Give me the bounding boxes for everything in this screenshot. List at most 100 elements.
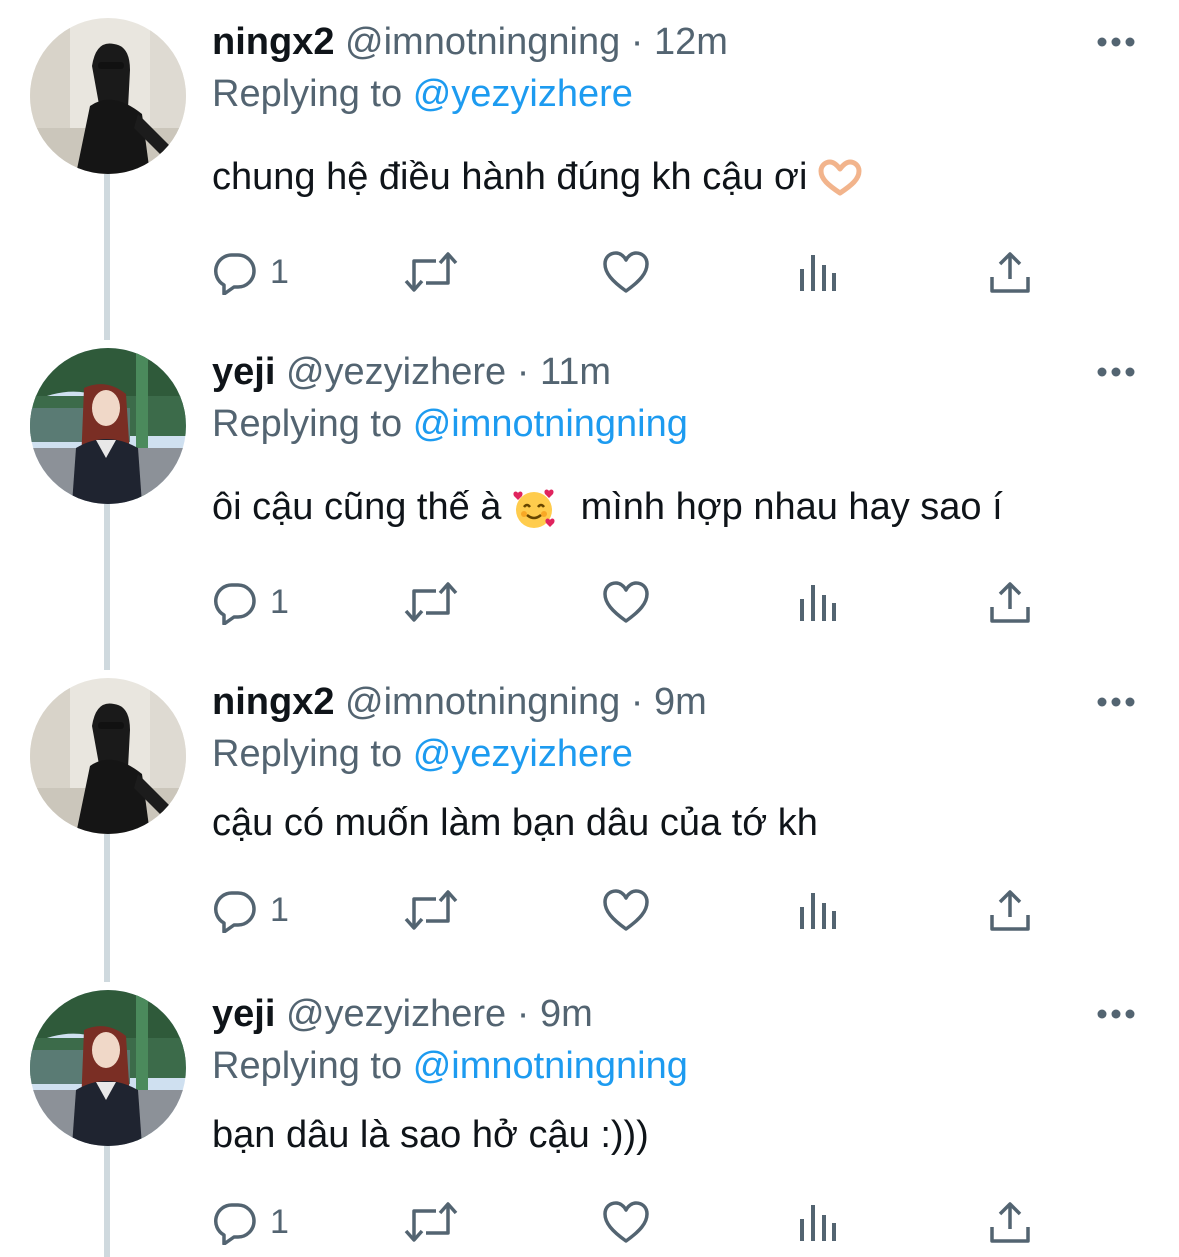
reply-button[interactable]: 1 <box>212 884 289 936</box>
share-button[interactable] <box>988 576 1032 628</box>
tweet-text-content: bạn dâu là sao hở cậu :))) <box>212 1114 649 1156</box>
display-name[interactable]: yeji <box>212 351 275 393</box>
tweet-text-continued: mình hợp nhau hay sao í <box>580 486 1003 528</box>
avatar-image <box>30 18 186 174</box>
replying-to-label: Replying to <box>212 403 403 445</box>
separator: · <box>506 993 540 1035</box>
share-icon <box>990 582 1030 623</box>
display-name[interactable]: ningx2 <box>212 681 334 723</box>
avatar-image <box>30 990 186 1146</box>
avatar[interactable] <box>30 18 186 174</box>
share-icon <box>990 1202 1030 1243</box>
views-button[interactable] <box>798 246 838 298</box>
share-button[interactable] <box>988 1196 1032 1248</box>
display-name[interactable]: ningx2 <box>212 21 334 63</box>
analytics-icon <box>800 255 836 291</box>
avatar-image <box>30 678 186 834</box>
more-icon[interactable] <box>1096 366 1136 378</box>
like-button[interactable] <box>602 246 650 298</box>
mention-link[interactable]: @yezyizhere <box>413 73 633 115</box>
retweet-icon <box>404 582 458 622</box>
retweet-icon <box>404 252 458 292</box>
thread-line <box>104 832 110 982</box>
reply-count: 1 <box>270 582 289 621</box>
timestamp[interactable]: 9m <box>654 681 707 723</box>
reply-button[interactable]: 1 <box>212 576 289 628</box>
views-button[interactable] <box>798 884 838 936</box>
conversation-thread: ningx2 @imnotningning · 12m Replying to … <box>0 0 1179 1257</box>
tweet-header: yeji @yezyizhere · 9m <box>212 990 593 1038</box>
share-icon <box>990 252 1030 293</box>
retweet-button[interactable] <box>402 1196 460 1248</box>
separator: · <box>620 681 654 723</box>
replying-to-label: Replying to <box>212 733 403 775</box>
replying-to: Replying to @imnotningning <box>212 1042 688 1090</box>
share-button[interactable] <box>988 884 1032 936</box>
tweet-actions: 1 <box>212 246 1052 298</box>
heart-icon <box>603 1201 649 1243</box>
reply-icon <box>214 891 256 933</box>
share-icon <box>990 890 1030 931</box>
thread-line <box>104 172 110 340</box>
handle[interactable]: @imnotningning <box>345 681 620 723</box>
tweet-header: yeji @yezyizhere · 11m <box>212 348 611 396</box>
analytics-icon <box>800 1205 836 1241</box>
mention-link[interactable]: @imnotningning <box>413 1045 688 1087</box>
avatar[interactable] <box>30 348 186 504</box>
smiling-face-with-hearts-emoji <box>513 489 555 528</box>
reply-count: 1 <box>270 1202 289 1241</box>
reply-count: 1 <box>270 252 289 291</box>
reply-button[interactable]: 1 <box>212 1196 289 1248</box>
share-button[interactable] <box>988 246 1032 298</box>
tweet-header: ningx2 @imnotningning · 9m <box>212 678 707 726</box>
retweet-button[interactable] <box>402 246 460 298</box>
heart-icon <box>603 889 649 931</box>
mention-link[interactable]: @imnotningning <box>413 403 688 445</box>
tweet-text: ôi cậu cũng thế à mình hợp nhau hay sao … <box>212 482 1003 532</box>
more-icon[interactable] <box>1096 36 1136 48</box>
tweet-text-content: ôi cậu cũng thế à <box>212 486 502 528</box>
timestamp[interactable]: 12m <box>654 21 728 63</box>
retweet-button[interactable] <box>402 576 460 628</box>
tweet-actions: 1 <box>212 1196 1052 1248</box>
thread-line <box>104 1144 110 1257</box>
thread-line <box>104 502 110 670</box>
reply-icon <box>214 253 256 295</box>
retweet-icon <box>404 1202 458 1242</box>
tweet-actions: 1 <box>212 576 1052 628</box>
display-name[interactable]: yeji <box>212 993 275 1035</box>
reply-button[interactable]: 1 <box>212 246 289 298</box>
heart-icon <box>603 251 649 293</box>
replying-to: Replying to @yezyizhere <box>212 730 633 778</box>
handle[interactable]: @yezyizhere <box>286 351 506 393</box>
like-button[interactable] <box>602 576 650 628</box>
heart-hands-emoji <box>818 159 862 196</box>
avatar[interactable] <box>30 990 186 1146</box>
retweet-button[interactable] <box>402 884 460 936</box>
avatar[interactable] <box>30 678 186 834</box>
timestamp[interactable]: 9m <box>540 993 593 1035</box>
tweet-text: cậu có muốn làm bạn dâu của tớ kh <box>212 798 818 848</box>
views-button[interactable] <box>798 1196 838 1248</box>
tweet-actions: 1 <box>212 884 1052 936</box>
more-icon[interactable] <box>1096 696 1136 708</box>
replying-to-label: Replying to <box>212 73 403 115</box>
separator: · <box>506 351 540 393</box>
like-button[interactable] <box>602 1196 650 1248</box>
handle[interactable]: @yezyizhere <box>286 993 506 1035</box>
tweet-header: ningx2 @imnotningning · 12m <box>212 18 728 66</box>
replying-to: Replying to @imnotningning <box>212 400 688 448</box>
tweet-text-content: cậu có muốn làm bạn dâu của tớ kh <box>212 802 818 844</box>
handle[interactable]: @imnotningning <box>345 21 620 63</box>
views-button[interactable] <box>798 576 838 628</box>
more-icon[interactable] <box>1096 1008 1136 1020</box>
separator: · <box>620 21 654 63</box>
heart-icon <box>603 581 649 623</box>
like-button[interactable] <box>602 884 650 936</box>
tweet-text-content: chung hệ điều hành đúng kh cậu ơi <box>212 156 808 198</box>
timestamp[interactable]: 11m <box>540 351 611 393</box>
tweet-text: chung hệ điều hành đúng kh cậu ơi <box>212 152 862 202</box>
analytics-icon <box>800 893 836 929</box>
mention-link[interactable]: @yezyizhere <box>413 733 633 775</box>
replying-to: Replying to @yezyizhere <box>212 70 633 118</box>
